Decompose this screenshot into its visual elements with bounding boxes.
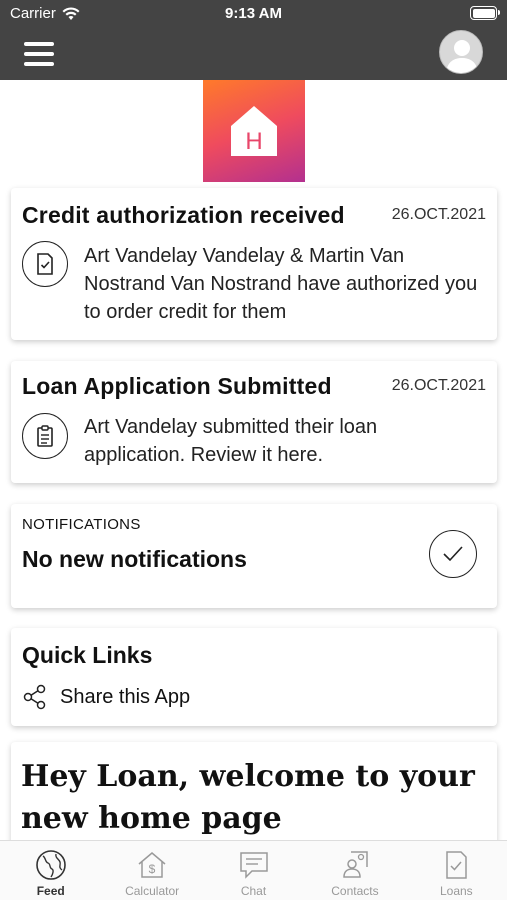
menu-icon[interactable] bbox=[24, 42, 54, 66]
card-title: Loan Application Submitted bbox=[22, 373, 332, 399]
notification-card[interactable]: Credit authorization received 26.OCT.202… bbox=[11, 188, 497, 340]
tab-chat[interactable]: Chat bbox=[203, 841, 304, 900]
card-date: 26.OCT.2021 bbox=[391, 206, 486, 223]
tab-label: Calculator bbox=[125, 884, 180, 898]
tab-calculator[interactable]: $ Calculator bbox=[101, 841, 202, 900]
tab-label: Feed bbox=[36, 884, 65, 898]
globe-icon bbox=[35, 850, 66, 880]
tab-label: Contacts bbox=[331, 884, 379, 898]
brand-logo: H bbox=[203, 80, 305, 182]
share-app-link[interactable]: Share this App bbox=[22, 684, 190, 710]
no-notifications-text: No new notifications bbox=[22, 546, 247, 572]
svg-text:$: $ bbox=[149, 862, 156, 876]
status-bar: Carrier 9:13 AM bbox=[0, 0, 507, 28]
notifications-label: NOTIFICATIONS bbox=[22, 516, 141, 533]
share-icon bbox=[23, 684, 46, 710]
loans-document-icon bbox=[446, 851, 468, 879]
tab-contacts[interactable]: Contacts bbox=[304, 841, 405, 900]
logo-letter: H bbox=[245, 128, 262, 155]
quick-links-title: Quick Links bbox=[22, 642, 153, 668]
card-text: Art Vandelay submitted their loan applic… bbox=[84, 416, 378, 466]
clipboard-icon bbox=[22, 413, 68, 459]
tab-bar: Feed $ Calculator Chat Contacts Loans bbox=[0, 840, 507, 900]
avatar[interactable] bbox=[439, 30, 483, 74]
tab-loans[interactable]: Loans bbox=[406, 841, 507, 900]
tab-feed[interactable]: Feed bbox=[0, 841, 101, 900]
notification-card[interactable]: Loan Application Submitted 26.OCT.2021 A… bbox=[11, 361, 497, 483]
battery-icon bbox=[470, 6, 500, 20]
checkmark-icon bbox=[429, 530, 477, 578]
feed-content[interactable]: H Credit authorization received 26.OCT.2… bbox=[0, 80, 507, 840]
tab-label: Chat bbox=[240, 884, 267, 898]
house-logo-icon: H bbox=[231, 106, 277, 156]
chat-icon bbox=[239, 852, 268, 879]
card-title: Credit authorization received bbox=[22, 202, 345, 228]
card-text: Art Vandelay Vandelay & Martin Van Nostr… bbox=[84, 245, 478, 323]
clock: 9:13 AM bbox=[225, 5, 282, 22]
document-check-icon bbox=[22, 241, 68, 287]
welcome-card: Hey Loan, welcome to your new home page bbox=[11, 742, 497, 840]
notifications-panel: NOTIFICATIONS No new notifications bbox=[11, 504, 497, 608]
quick-links-card: Quick Links Share this App bbox=[11, 628, 497, 726]
tab-label: Loans bbox=[439, 884, 473, 898]
welcome-heading: Hey Loan, welcome to your new home page bbox=[21, 759, 475, 836]
contacts-icon bbox=[343, 851, 368, 878]
user-silhouette-icon bbox=[446, 40, 478, 73]
card-date: 26.OCT.2021 bbox=[391, 377, 486, 394]
calculator-house-icon: $ bbox=[138, 852, 166, 878]
app-header bbox=[0, 28, 507, 80]
share-app-label: Share this App bbox=[60, 685, 191, 708]
